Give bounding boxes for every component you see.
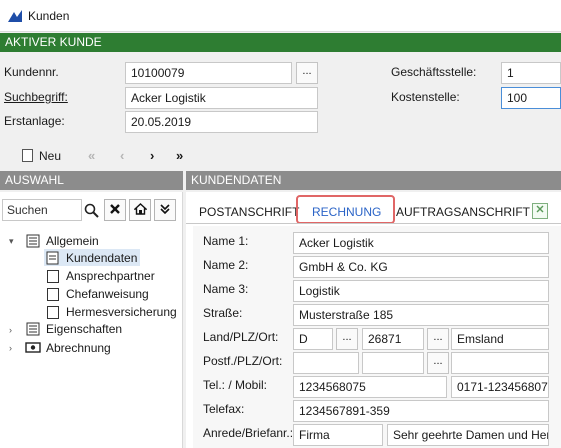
kostenstelle-field[interactable]: 100 <box>501 87 561 109</box>
postf-plz-ort-label: Postf./PLZ/Ort: <box>203 354 283 368</box>
window-titlebar: Kunden <box>0 0 561 32</box>
new-label: Neu <box>39 149 62 163</box>
erstanlage-field[interactable]: 20.05.2019 <box>125 111 318 133</box>
strasse-field[interactable]: Musterstraße 185 <box>293 304 549 326</box>
tree-item-ansprechpartner[interactable]: Ansprechpartner <box>66 269 155 283</box>
kundendaten-header: KUNDENDATEN <box>186 171 561 190</box>
page-icon <box>47 306 59 319</box>
erstanlage-label: Erstanlage: <box>4 114 65 128</box>
plz-field[interactable]: 26871 <box>362 328 424 350</box>
tel-mobil-label: Tel.: / Mobil: <box>203 378 268 392</box>
tree-item-eigenschaften[interactable]: Eigenschaften <box>46 322 122 336</box>
telefax-field[interactable]: 1234567891-359 <box>293 400 549 422</box>
postfach-plz-field[interactable] <box>362 352 424 374</box>
new-document-icon <box>22 149 33 162</box>
mobil-field[interactable]: 0171-1234568075 <box>451 376 549 398</box>
tree-item-allgemein[interactable]: Allgemein <box>46 234 99 248</box>
telefon-field[interactable]: 1234568075 <box>293 376 447 398</box>
strasse-label: Straße: <box>203 306 243 320</box>
plz-lookup-button[interactable]: ... <box>427 328 449 350</box>
close-icon <box>536 205 544 213</box>
ort-field[interactable]: Emsland <box>451 328 549 350</box>
clear-search-button[interactable] <box>104 199 126 221</box>
tree-item-hermesversicherung[interactable]: Hermesversicherung <box>66 305 177 319</box>
close-icon <box>110 204 120 214</box>
kundennr-field[interactable]: 10100079 <box>125 62 292 84</box>
window-title: Kunden <box>28 9 70 23</box>
geschaeftsstelle-label: Geschäftsstelle: <box>391 65 477 79</box>
land-lookup-button[interactable]: ... <box>336 328 358 350</box>
land-field[interactable]: D <box>293 328 333 350</box>
close-tab-button[interactable] <box>532 203 548 219</box>
tab-auftragsanschrift[interactable]: AUFTRAGSANSCHRIFT <box>396 205 530 219</box>
tree-search-input[interactable]: Suchen <box>2 199 82 221</box>
collapse-all-button[interactable] <box>154 199 176 221</box>
expanded-arrow-icon[interactable]: ▾ <box>9 236 14 247</box>
search-icon[interactable] <box>84 203 99 218</box>
active-customer-header: AKTIVER KUNDE <box>0 33 561 52</box>
tree-item-chefanweisung[interactable]: Chefanweisung <box>66 287 149 301</box>
postfach-ort-field[interactable] <box>451 352 549 374</box>
tree-item-abrechnung[interactable]: Abrechnung <box>46 341 111 355</box>
name3-field[interactable]: Logistik <box>293 280 549 302</box>
geschaeftsstelle-field[interactable]: 1 <box>501 62 561 84</box>
suchbegriff-label: Suchbegriff: <box>4 90 68 104</box>
telefax-label: Telefax: <box>203 402 245 416</box>
collapsed-arrow-icon[interactable]: › <box>9 325 12 335</box>
new-record-button[interactable]: Neu <box>22 149 61 163</box>
name3-label: Name 3: <box>203 282 249 296</box>
land-plz-ort-label: Land/PLZ/Ort: <box>203 330 279 344</box>
postfach-field[interactable] <box>293 352 359 374</box>
document-icon <box>46 251 59 265</box>
tree-item-kundendaten[interactable]: Kundendaten <box>66 251 137 265</box>
app-logo-icon <box>8 10 22 22</box>
collapsed-arrow-icon[interactable]: › <box>9 343 12 353</box>
name1-field[interactable]: Acker Logistik <box>293 232 549 254</box>
kundennr-label: Kundennr. <box>4 65 59 79</box>
name2-field[interactable]: GmbH & Co. KG <box>293 256 549 278</box>
anrede-label: Anrede/Briefanr.: <box>203 426 294 440</box>
list-icon <box>26 322 40 336</box>
auswahl-header: AUSWAHL <box>0 171 183 190</box>
kostenstelle-label: Kostenstelle: <box>391 90 460 104</box>
suchbegriff-field[interactable]: Acker Logistik <box>125 87 318 109</box>
postfach-plz-lookup-button[interactable]: ... <box>427 352 449 374</box>
tab-postanschrift[interactable]: POSTANSCHRIFT <box>199 205 299 219</box>
tab-divider <box>186 223 561 224</box>
list-icon <box>26 234 40 248</box>
tab-rechnung[interactable]: RECHNUNG <box>312 205 381 219</box>
kundennr-lookup-button[interactable]: ... <box>296 62 318 84</box>
briefanrede-field[interactable]: Sehr geehrte Damen und Herr <box>387 424 549 446</box>
page-icon <box>47 270 59 283</box>
previous-record-button[interactable]: ‹ <box>120 148 124 163</box>
home-icon <box>132 203 148 215</box>
double-chevron-down-icon <box>160 204 170 215</box>
page-icon <box>47 288 59 301</box>
name2-label: Name 2: <box>203 258 249 272</box>
next-record-button[interactable]: › <box>150 148 154 163</box>
last-record-button[interactable]: » <box>176 148 183 163</box>
money-icon <box>25 342 41 353</box>
first-record-button[interactable]: « <box>88 148 95 163</box>
anrede-field[interactable]: Firma <box>293 424 383 446</box>
name1-label: Name 1: <box>203 234 249 248</box>
record-navigation: Neu « ‹ › » <box>0 143 561 171</box>
auswahl-panel <box>0 192 183 448</box>
home-button[interactable] <box>129 199 151 221</box>
